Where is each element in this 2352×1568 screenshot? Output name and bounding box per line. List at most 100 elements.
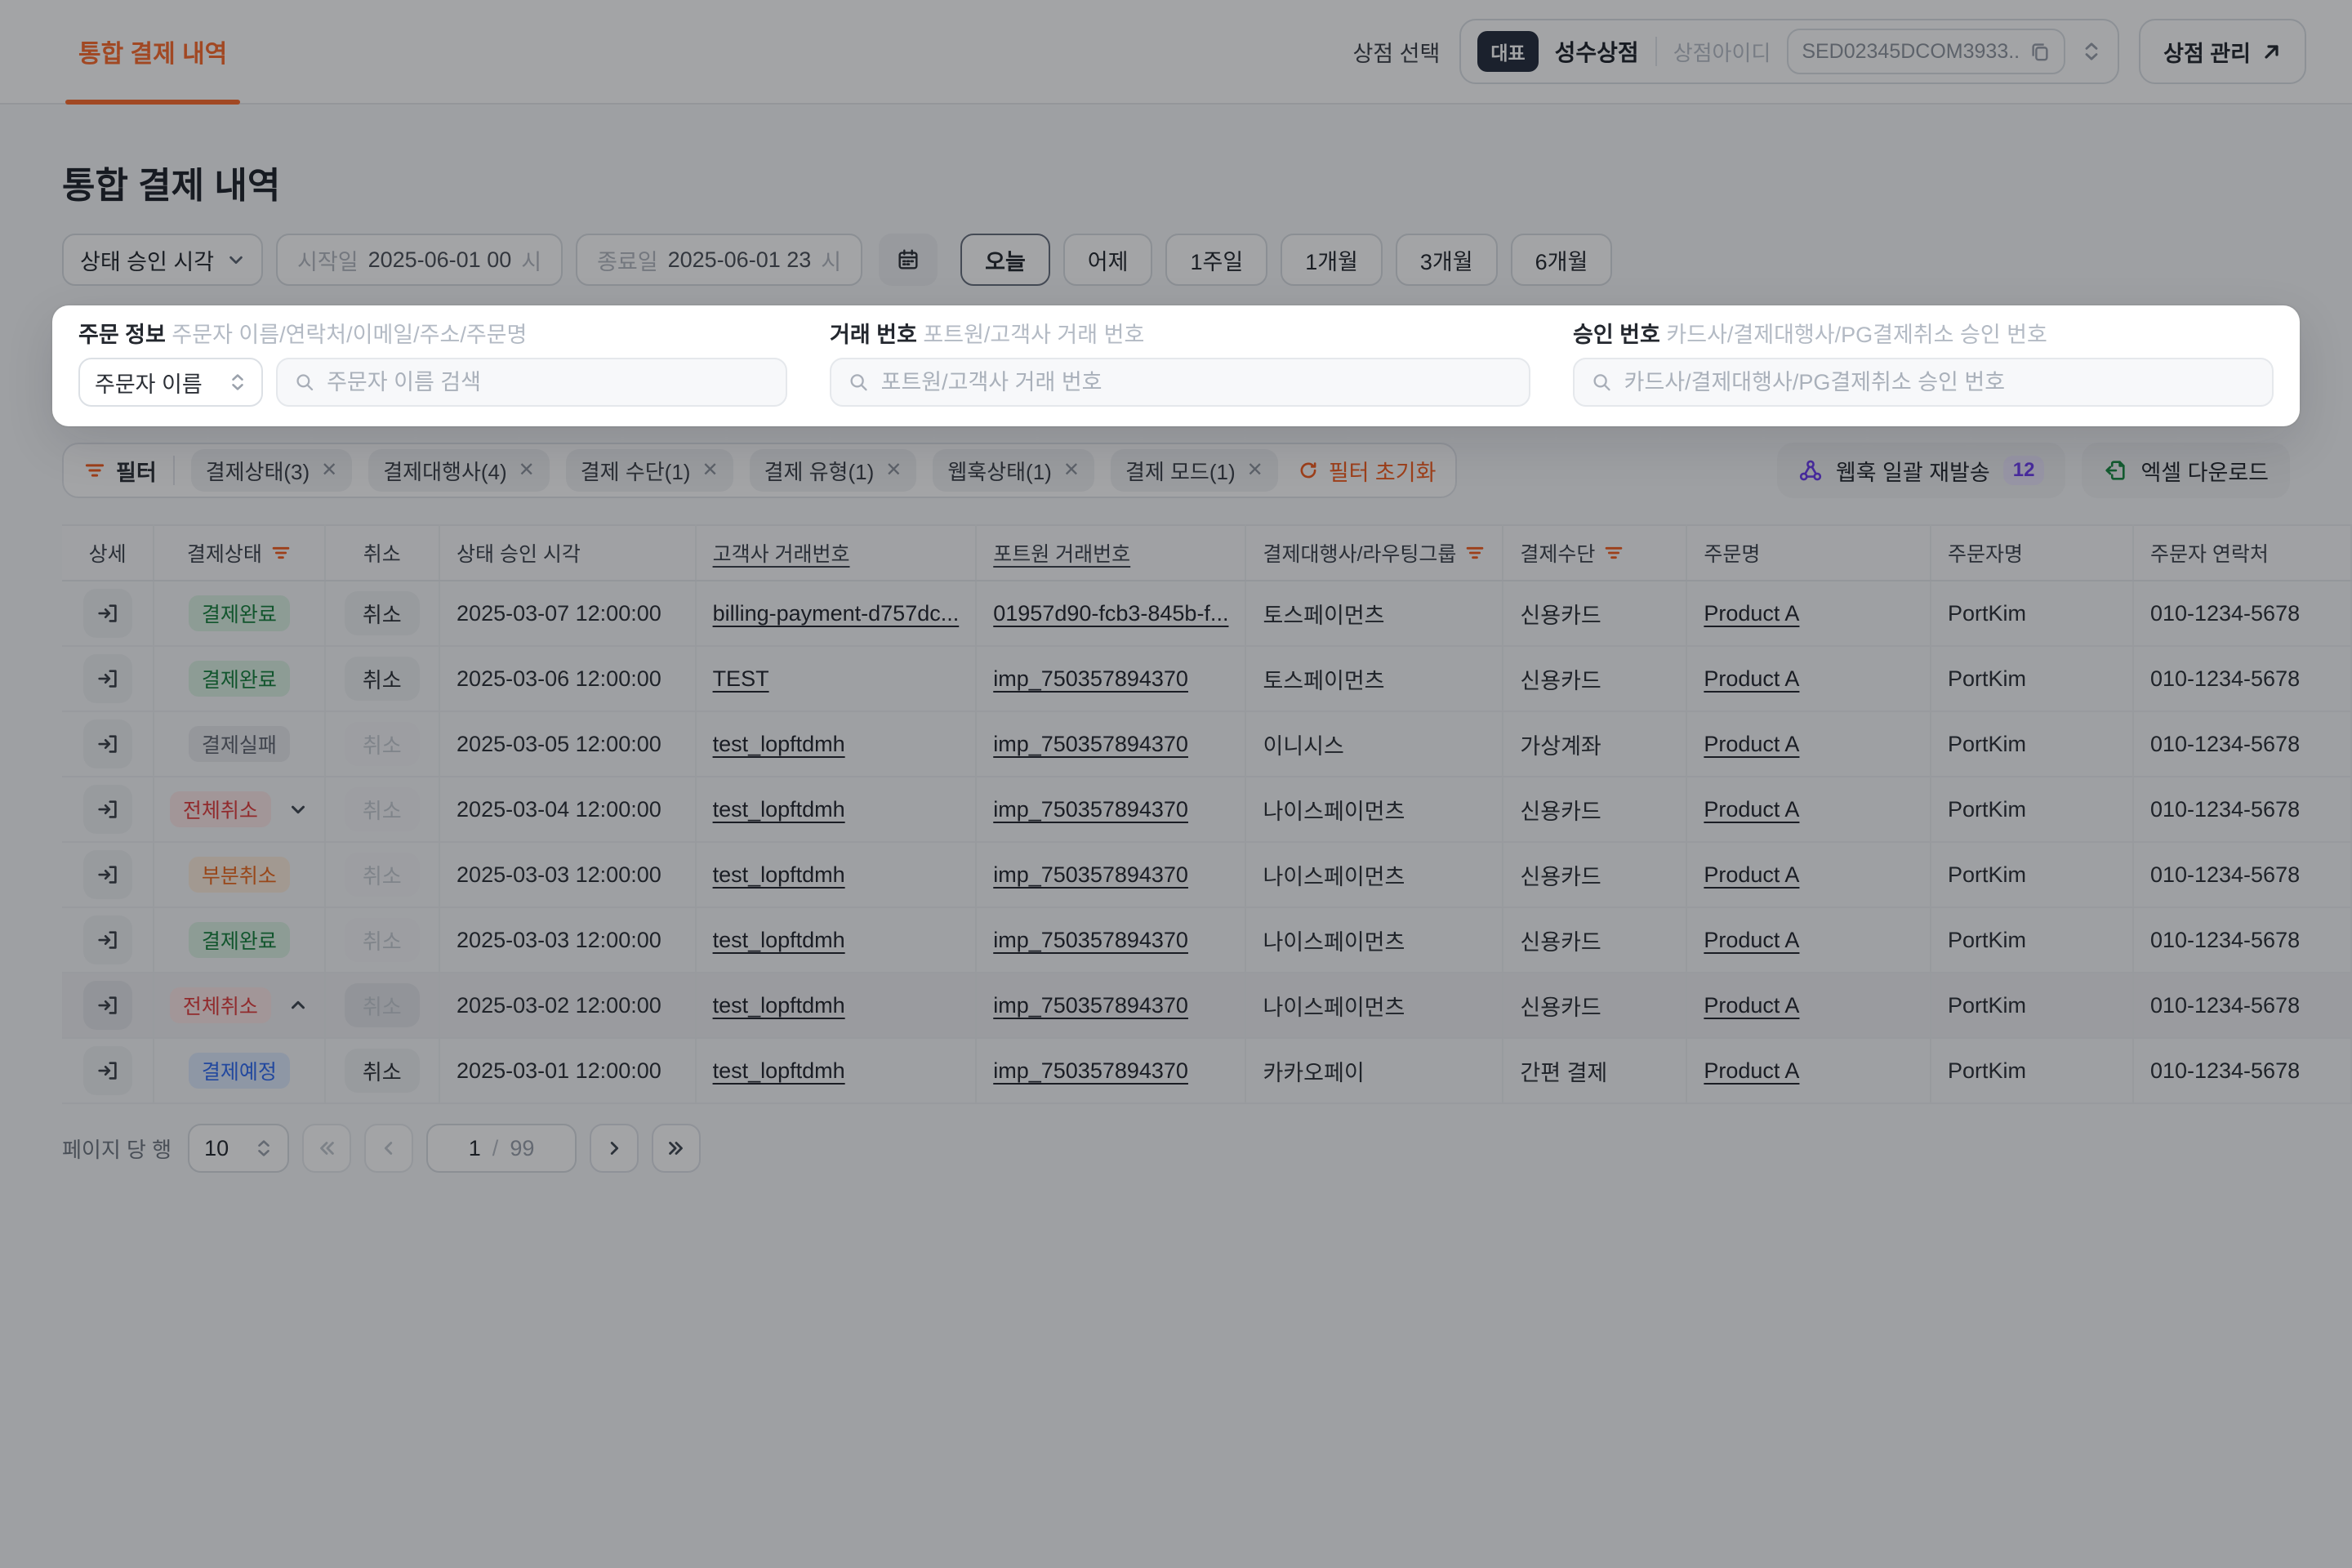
order-search-input[interactable] (327, 370, 769, 395)
order-search-field-select[interactable]: 주문자 이름 (78, 358, 263, 407)
cell-buyer-contact: 010-1234-5678 (2133, 581, 2351, 646)
close-icon[interactable]: ✕ (1063, 461, 1080, 480)
detail-button[interactable] (83, 850, 132, 899)
detail-button[interactable] (83, 719, 132, 768)
status-badge: 결제실패 (189, 726, 290, 762)
close-icon[interactable]: ✕ (702, 461, 718, 480)
cancel-payment-button[interactable]: 취소 (345, 591, 420, 635)
detail-enter-icon (96, 601, 120, 626)
column-header[interactable]: 결제상태 (154, 525, 324, 581)
merchant-tx-link[interactable]: test_lopftdmh (713, 797, 845, 822)
start-date-input[interactable]: 시작일 2025-06-01 00 시 (276, 234, 563, 286)
close-icon[interactable]: ✕ (1247, 461, 1263, 480)
portone-tx-link[interactable]: imp_750357894370 (993, 993, 1188, 1018)
merchant-tx-link[interactable]: test_lopftdmh (713, 862, 845, 887)
quick-range-3months[interactable]: 3개월 (1396, 234, 1498, 286)
store-manage-button[interactable]: 상점 관리 (2139, 19, 2306, 84)
portone-tx-link[interactable]: imp_750357894370 (993, 797, 1188, 822)
column-header-label: 취소 (363, 538, 401, 568)
store-selector[interactable]: 대표 성수상점 상점아이디 SED02345DCOM3933.. (1459, 19, 2119, 84)
calendar-button[interactable] (879, 234, 938, 286)
page-separator: / (492, 1136, 499, 1161)
portone-tx-link[interactable]: imp_750357894370 (993, 928, 1188, 952)
column-header[interactable]: 결제대행사/라우팅그룹 (1245, 525, 1503, 581)
rows-per-page-select[interactable]: 10 (188, 1124, 289, 1173)
first-page-button[interactable] (302, 1124, 351, 1173)
quick-range-yesterday[interactable]: 어제 (1063, 234, 1153, 286)
merchant-tx-link[interactable]: test_lopftdmh (713, 993, 845, 1018)
column-header[interactable]: 결제수단 (1503, 525, 1686, 581)
page-indicator[interactable]: 1 / 99 (426, 1124, 577, 1173)
expand-row-button[interactable] (287, 799, 309, 820)
close-icon[interactable]: ✕ (519, 461, 535, 480)
column-header-label: 포트원 거래번호 (993, 538, 1130, 568)
cell-pg-provider: 나이스페이먼츠 (1245, 973, 1503, 1038)
portone-tx-link[interactable]: imp_750357894370 (993, 666, 1188, 691)
merchant-tx-link[interactable]: test_lopftdmh (713, 1058, 845, 1083)
webhook-bulk-resend-button[interactable]: 웹훅 일괄 재발송 12 (1777, 443, 2066, 498)
portone-tx-link[interactable]: imp_750357894370 (993, 862, 1188, 887)
status-badge: 결제완료 (189, 661, 290, 697)
approval-search-input[interactable] (1624, 370, 2256, 395)
merchant-tx-link[interactable]: test_lopftdmh (713, 732, 845, 756)
detail-button[interactable] (83, 785, 132, 834)
order-name-link[interactable]: Product A (1704, 797, 1799, 822)
detail-button[interactable] (83, 981, 132, 1030)
detail-button[interactable] (83, 915, 132, 964)
cancel-payment-button[interactable]: 취소 (345, 657, 420, 701)
portone-tx-link[interactable]: imp_750357894370 (993, 732, 1188, 756)
collapse-row-button[interactable] (287, 995, 309, 1016)
order-name-link[interactable]: Product A (1704, 862, 1799, 887)
column-header-label: 결제상태 (187, 538, 262, 568)
filter-chip-method[interactable]: 결제 수단(1)✕ (566, 449, 733, 492)
order-name-link[interactable]: Product A (1704, 601, 1799, 626)
close-icon[interactable]: ✕ (321, 461, 337, 480)
order-name-link[interactable]: Product A (1704, 1058, 1799, 1083)
merchant-tx-link[interactable]: test_lopftdmh (713, 928, 845, 952)
copy-icon[interactable] (2029, 41, 2051, 62)
filter-chip-webhook[interactable]: 웹훅상태(1)✕ (933, 449, 1094, 492)
tab-integrated-payments[interactable]: 통합 결제 내역 (65, 0, 240, 103)
excel-download-label: 엑셀 다운로드 (2140, 455, 2269, 487)
order-name-link[interactable]: Product A (1704, 928, 1799, 952)
filter-chip-pg[interactable]: 결제대행사(4)✕ (368, 449, 550, 492)
column-header-label: 주문명 (1704, 538, 1760, 568)
last-page-button[interactable] (652, 1124, 701, 1173)
detail-button[interactable] (83, 654, 132, 703)
chip-label: 결제 유형(1) (764, 456, 875, 486)
order-name-link[interactable]: Product A (1704, 993, 1799, 1018)
filter-chip-type[interactable]: 결제 유형(1) ✕ (750, 449, 917, 492)
close-icon[interactable]: ✕ (885, 461, 902, 480)
portone-tx-link[interactable]: 01957d90-fcb3-845b-f... (993, 601, 1228, 626)
table-row: 결제완료취소2025-03-03 12:00:00test_lopftdmhim… (62, 907, 2351, 973)
prev-page-button[interactable] (364, 1124, 413, 1173)
quick-range-1week[interactable]: 1주일 (1165, 234, 1267, 286)
current-page: 1 (469, 1136, 481, 1161)
merchant-tx-link[interactable]: billing-payment-d757dc... (713, 601, 960, 626)
excel-download-button[interactable]: 엑셀 다운로드 (2082, 443, 2290, 498)
transaction-search-input[interactable] (881, 370, 1512, 395)
end-date-input[interactable]: 종료일 2025-06-01 23 시 (576, 234, 862, 286)
total-pages: 99 (510, 1136, 534, 1161)
column-header[interactable]: 포트원 거래번호 (976, 525, 1245, 581)
quick-range-1month[interactable]: 1개월 (1281, 234, 1383, 286)
portone-tx-link[interactable]: imp_750357894370 (993, 1058, 1188, 1083)
filter-chip-payment-status[interactable]: 결제상태(3)✕ (191, 449, 353, 492)
filter-reset-button[interactable]: 필터 초기화 (1298, 455, 1437, 487)
detail-button[interactable] (83, 1046, 132, 1095)
time-type-select[interactable]: 상태 승인 시각 (62, 234, 263, 286)
cancel-payment-button[interactable]: 취소 (345, 1049, 420, 1093)
quick-range-6months[interactable]: 6개월 (1511, 234, 1613, 286)
store-id-label: 상점아이디 (1673, 37, 1771, 67)
order-name-link[interactable]: Product A (1704, 732, 1799, 756)
cell-buyer-name: PortKim (1931, 907, 2133, 973)
column-header[interactable]: 고객사 거래번호 (696, 525, 977, 581)
order-name-link[interactable]: Product A (1704, 666, 1799, 691)
detail-button[interactable] (83, 589, 132, 638)
filter-chip-mode[interactable]: 결제 모드(1)✕ (1111, 449, 1278, 492)
quick-range-today[interactable]: 오늘 (960, 234, 1050, 286)
top-header: 통합 결제 내역 상점 선택 대표 성수상점 상점아이디 SED02345DCO… (0, 0, 2352, 105)
store-id-pill[interactable]: SED02345DCOM3933.. (1787, 29, 2065, 74)
next-page-button[interactable] (590, 1124, 639, 1173)
merchant-tx-link[interactable]: TEST (713, 666, 769, 691)
